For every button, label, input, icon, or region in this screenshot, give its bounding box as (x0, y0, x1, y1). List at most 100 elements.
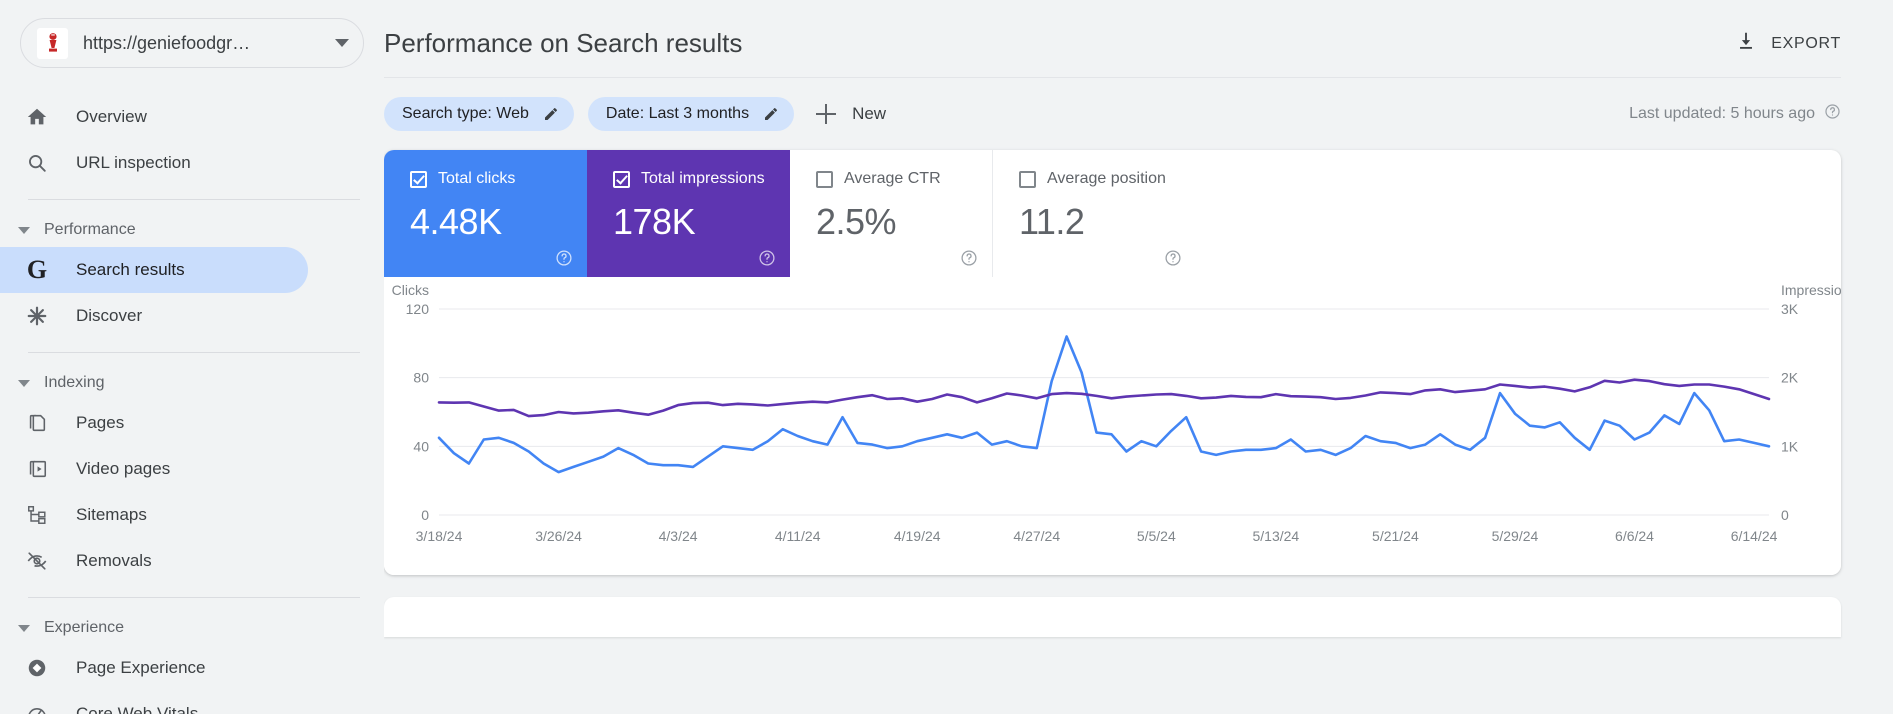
right-axis-tick: 1K (1781, 438, 1799, 454)
right-axis-tick: 0 (1781, 507, 1789, 523)
metric-checkbox-average-ctr[interactable] (816, 170, 833, 188)
google-g-icon: G (26, 255, 48, 284)
x-axis-tick: 3/26/24 (535, 528, 582, 544)
chevron-down-icon[interactable] (335, 39, 349, 47)
sidebar-divider (28, 597, 360, 598)
sidebar-item-label: Sitemaps (76, 505, 147, 524)
metric-value: 4.48K (410, 201, 502, 242)
metric-card-total-impressions[interactable]: Total impressions 178K (587, 150, 790, 277)
filter-chip-label: Search type: Web (402, 105, 529, 122)
filter-chip-date[interactable]: Date: Last 3 months (587, 97, 795, 131)
eye-off-icon (24, 550, 50, 572)
pencil-icon[interactable] (543, 106, 559, 122)
sidebar-item-url-inspection[interactable]: URL inspection (0, 140, 308, 186)
metric-label: Average position (1047, 170, 1166, 187)
performance-panel: Total clicks 4.48K Total impressions 178… (384, 150, 1841, 575)
sidebar-item-label: URL inspection (76, 153, 191, 172)
x-axis-tick: 5/13/24 (1252, 528, 1299, 544)
x-axis-tick: 5/29/24 (1492, 528, 1539, 544)
sidebar-item-label: Discover (76, 306, 143, 325)
site-favicon (37, 27, 68, 59)
metric-cards: Total clicks 4.48K Total impressions 178… (384, 150, 1841, 277)
x-axis-tick: 4/3/24 (659, 528, 698, 544)
metric-checkbox-total-impressions[interactable] (613, 170, 630, 188)
filter-bar: Search type: Web Date: Last 3 months New… (384, 78, 1865, 134)
sidebar-nav: Overview URL inspection Performance G Se… (0, 94, 384, 714)
x-axis-tick: 3/18/24 (416, 528, 463, 544)
sidebar-item-label: Removals (76, 551, 152, 570)
property-selector[interactable]: https://geniefoodgr… (20, 18, 364, 68)
last-updated-label: Last updated: 5 hours ago (1629, 105, 1815, 122)
left-axis-tick: 40 (413, 438, 429, 454)
sidebar-item-label: Core Web Vitals (76, 704, 199, 714)
sidebar-group-label: Performance (44, 221, 136, 238)
sidebar-group-performance[interactable]: Performance (0, 213, 384, 247)
help-circle-icon[interactable] (960, 249, 978, 267)
series-line-clicks (437, 335, 1771, 474)
metric-value: 178K (613, 201, 696, 242)
property-url: https://geniefoodgr… (83, 32, 251, 53)
x-axis-tick: 4/19/24 (894, 528, 941, 544)
sidebar-item-removals[interactable]: Removals (0, 538, 308, 584)
sidebar-divider (28, 352, 360, 353)
page-experience-icon (24, 657, 50, 679)
sidebar-item-core-web-vitals[interactable]: Core Web Vitals (0, 691, 308, 714)
help-circle-icon[interactable] (555, 249, 573, 267)
performance-chart: 0 0 40 1K 80 2K 120 3K Clicks Impressions 3/18/24 3… (384, 277, 1841, 575)
sidebar-item-discover[interactable]: Discover (0, 293, 308, 339)
filter-chip-search-type[interactable]: Search type: Web (384, 97, 574, 131)
sidebar-group-indexing[interactable]: Indexing (0, 366, 384, 400)
metric-label: Total clicks (438, 170, 516, 187)
triangle-down-icon (18, 624, 30, 632)
main-content: Performance on Search results EXPORT Sea… (384, 0, 1893, 714)
table-panel-top (384, 597, 1841, 637)
sidebar-divider (28, 199, 360, 200)
help-circle-icon[interactable] (1824, 103, 1841, 125)
right-axis-tick: 2K (1781, 370, 1799, 386)
chart-svg[interactable]: 0 0 40 1K 80 2K 120 3K Clicks Impressions 3/18/24 3… (384, 277, 1841, 575)
series-line-impressions (437, 378, 1771, 418)
new-filter-button[interactable]: New (816, 104, 886, 124)
metric-value: 11.2 (1019, 201, 1085, 242)
sidebar-item-page-experience[interactable]: Page Experience (0, 645, 308, 691)
sidebar-item-video-pages[interactable]: Video pages (0, 446, 308, 492)
sidebar-item-pages[interactable]: Pages (0, 400, 308, 446)
sidebar: https://geniefoodgr… Overview URL inspec… (0, 0, 384, 714)
right-axis-tick: 3K (1781, 301, 1799, 317)
last-updated: Last updated: 5 hours ago (1629, 103, 1841, 125)
download-icon (1735, 30, 1757, 57)
page-header: Performance on Search results EXPORT (384, 0, 1865, 59)
sidebar-group-experience[interactable]: Experience (0, 611, 384, 645)
x-axis-tick: 5/21/24 (1372, 528, 1419, 544)
metric-checkbox-total-clicks[interactable] (410, 170, 427, 188)
export-button[interactable]: EXPORT (1735, 22, 1841, 57)
plus-icon (816, 104, 837, 124)
metric-label: Average CTR (844, 170, 941, 187)
sidebar-item-search-results[interactable]: G Search results (0, 247, 308, 293)
sidebar-group-label: Experience (44, 619, 125, 636)
sidebar-item-sitemaps[interactable]: Sitemaps (0, 492, 308, 538)
page-title: Performance on Search results (384, 28, 743, 58)
x-axis-tick: 5/5/24 (1137, 528, 1176, 544)
sidebar-item-label: Page Experience (76, 658, 206, 677)
sidebar-item-label: Overview (76, 107, 147, 126)
metric-card-average-ctr[interactable]: Average CTR 2.5% (790, 150, 993, 277)
sidebar-item-overview[interactable]: Overview (0, 94, 308, 140)
metric-card-average-position[interactable]: Average position 11.2 (993, 150, 1196, 277)
filter-chip-label: Date: Last 3 months (605, 105, 750, 122)
sitemaps-icon (24, 504, 50, 526)
metric-checkbox-average-position[interactable] (1019, 170, 1036, 188)
speedometer-icon (24, 703, 50, 714)
left-axis-tick: 0 (421, 507, 429, 523)
discover-asterisk-icon (24, 305, 50, 327)
export-label: EXPORT (1771, 34, 1841, 52)
metric-card-total-clicks[interactable]: Total clicks 4.48K (384, 150, 587, 277)
help-circle-icon[interactable] (1164, 249, 1182, 267)
search-icon (24, 152, 50, 174)
x-axis-tick: 6/6/24 (1615, 528, 1654, 544)
pencil-icon[interactable] (763, 106, 779, 122)
help-circle-icon[interactable] (758, 249, 776, 267)
new-filter-label: New (852, 104, 887, 123)
sidebar-item-label: Pages (76, 413, 125, 432)
triangle-down-icon (18, 226, 30, 234)
